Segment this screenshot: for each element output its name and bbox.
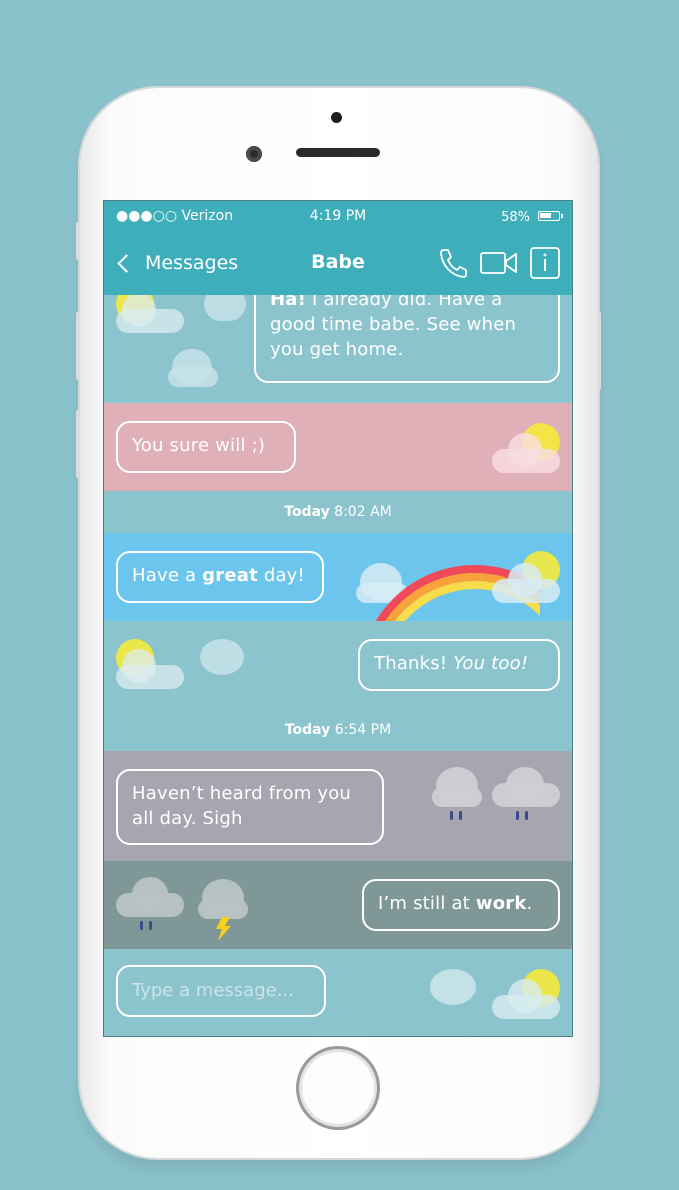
cloud-icon (198, 639, 248, 677)
timestamp-row: Today 6:54 PM (104, 709, 572, 751)
message-row: I’m still at work. (104, 861, 572, 949)
message-row: Haven’t heard from you all day. Sigh (104, 751, 572, 861)
video-camera-icon[interactable] (480, 251, 518, 275)
message-bubble-received[interactable]: You sure will ;) (116, 421, 296, 473)
info-icon[interactable] (530, 247, 560, 279)
front-camera (246, 146, 262, 162)
message-text: Haven’t heard from you all day. Sigh (132, 783, 352, 829)
message-row: You sure will ;) (104, 403, 572, 491)
timestamp-time: 6:54 PM (330, 722, 392, 738)
message-text: Thanks! (374, 653, 454, 674)
message-emphasis: work (475, 893, 527, 914)
message-text-before: Have a (132, 565, 203, 586)
cloud-icon (428, 969, 478, 1007)
message-input[interactable]: Type a message... (116, 965, 326, 1017)
phone-icon[interactable] (438, 247, 468, 279)
proximity-sensor (331, 112, 342, 123)
message-row: Ha! I already did. Have a good time babe… (104, 273, 572, 403)
message-emphasis: You too! (453, 653, 529, 674)
rain-drop-icon (140, 921, 156, 933)
message-bubble-received[interactable]: Haven’t heard from you all day. Sigh (116, 769, 384, 845)
message-bubble-received[interactable]: Have a great day! (116, 551, 324, 603)
battery-percent: 58% (501, 210, 530, 225)
message-row: Have a great day! (104, 533, 572, 623)
timestamp: Today 8:02 AM (104, 504, 572, 520)
rain-drop-icon (516, 811, 532, 823)
composer: Type a message... (104, 949, 572, 1036)
timestamp-day: Today (284, 722, 331, 738)
message-bubble-sent[interactable]: I’m still at work. (362, 879, 560, 931)
cloud-icon (198, 879, 248, 919)
power-button[interactable] (597, 312, 601, 390)
battery-icon (538, 211, 563, 221)
home-button[interactable] (296, 1046, 380, 1130)
navigation-bar: Messages Babe (104, 231, 572, 295)
lightning-icon (216, 917, 231, 941)
status-bar: ●●●○○ Verizon 4:19 PM 58% (104, 201, 572, 231)
cloud-icon (116, 649, 186, 689)
cloud-icon (492, 433, 562, 473)
message-text-after: day! (257, 565, 305, 586)
timestamp-row: Today 8:02 AM (104, 491, 572, 533)
timestamp: Today 6:54 PM (104, 722, 572, 738)
mute-switch (76, 222, 80, 260)
message-emphasis: great (202, 565, 258, 586)
cloud-icon (432, 767, 482, 807)
cloud-icon (492, 563, 562, 603)
rain-drop-icon (450, 811, 466, 823)
message-bubble-sent[interactable]: Thanks! You too! (358, 639, 560, 691)
cloud-icon (168, 349, 218, 387)
volume-up-button[interactable] (76, 312, 80, 380)
timestamp-day: Today (284, 504, 330, 520)
message-text-before: I’m still at (378, 893, 476, 914)
message-row: Thanks! You too! (104, 621, 572, 709)
cloud-icon (116, 293, 186, 333)
message-text-after: . (526, 893, 533, 914)
timestamp-time: 8:02 AM (329, 504, 392, 520)
message-text: You sure will ;) (132, 435, 266, 456)
cloud-icon (492, 979, 562, 1019)
screen: Ha! I already did. Have a good time babe… (103, 200, 573, 1037)
cloud-icon (492, 767, 562, 807)
message-text: I already did. Have a good time babe. Se… (270, 289, 517, 360)
cloud-icon (116, 877, 186, 917)
volume-down-button[interactable] (76, 410, 80, 478)
earpiece-speaker (296, 148, 380, 157)
